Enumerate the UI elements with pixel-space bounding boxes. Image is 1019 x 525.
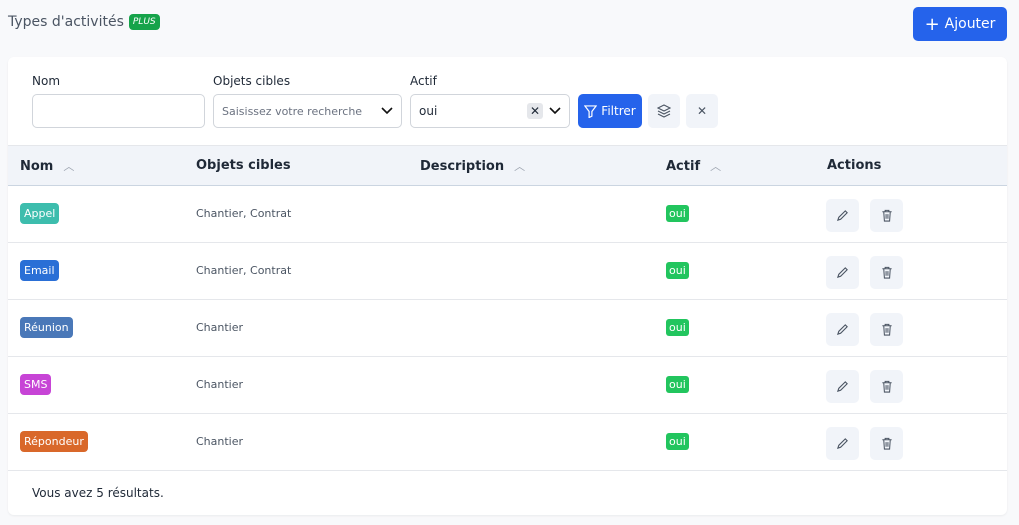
- trash-icon: [881, 266, 892, 279]
- pencil-icon: [836, 324, 848, 336]
- col-objets: Objets cibles: [196, 158, 291, 173]
- pencil-icon: [836, 210, 848, 222]
- edit-button[interactable]: [826, 370, 859, 403]
- page-title: Types d'activités PLUS: [8, 14, 160, 30]
- objets-label: Objets cibles: [213, 74, 291, 88]
- actif-badge: oui: [666, 262, 689, 279]
- table-row: Appel Chantier, Contrat oui: [8, 186, 1007, 243]
- actif-value: oui: [419, 104, 438, 118]
- actif-badge: oui: [666, 205, 689, 222]
- filter-label: Filtrer: [601, 104, 636, 118]
- objets-cell: Chantier, Contrat: [196, 264, 292, 277]
- edit-button[interactable]: [826, 313, 859, 346]
- sort-icon: ︿: [514, 160, 526, 173]
- close-icon: ✕: [696, 104, 708, 118]
- sort-icon: ︿: [63, 160, 75, 173]
- layers-button[interactable]: [648, 94, 680, 128]
- objets-cell: Chantier, Contrat: [196, 207, 292, 220]
- objets-cell: Chantier: [196, 378, 244, 391]
- actif-badge: oui: [666, 433, 689, 450]
- table-row: Email Chantier, Contrat oui: [8, 243, 1007, 300]
- edit-button[interactable]: [826, 199, 859, 232]
- nom-label: Nom: [32, 74, 61, 88]
- delete-button[interactable]: [870, 313, 903, 346]
- pencil-icon: [836, 267, 848, 279]
- filter-button[interactable]: Filtrer: [578, 94, 642, 128]
- sort-icon: ︿: [710, 160, 722, 173]
- actif-label: Actif: [410, 74, 437, 88]
- col-actif[interactable]: Actif ︿: [666, 158, 721, 174]
- delete-button[interactable]: [870, 427, 903, 460]
- chevron-down-icon: [549, 107, 561, 115]
- page-title-text: Types d'activités: [8, 14, 124, 30]
- trash-icon: [881, 323, 892, 336]
- add-button[interactable]: + Ajouter: [913, 7, 1007, 41]
- table-header: Nom ︿ Objets cibles Description ︿ Actif ︿ A…: [8, 145, 1007, 186]
- actif-badge: oui: [666, 376, 689, 393]
- col-actions: Actions: [827, 158, 882, 173]
- delete-button[interactable]: [870, 199, 903, 232]
- objets-placeholder: Saisissez votre recherche: [222, 104, 363, 118]
- add-label: Ajouter: [944, 16, 996, 32]
- edit-button[interactable]: [826, 427, 859, 460]
- objets-cell: Chantier: [196, 321, 244, 334]
- clear-icon[interactable]: ✕: [527, 103, 543, 119]
- plus-badge: PLUS: [128, 14, 160, 30]
- delete-button[interactable]: [870, 256, 903, 289]
- trash-icon: [881, 380, 892, 393]
- edit-button[interactable]: [826, 256, 859, 289]
- type-badge: Appel: [20, 203, 60, 224]
- nom-input[interactable]: [32, 94, 205, 128]
- layers-icon: [657, 104, 671, 118]
- actif-select[interactable]: oui ✕: [410, 94, 570, 128]
- results-count: Vous avez 5 résultats.: [32, 486, 164, 500]
- trash-icon: [881, 437, 892, 450]
- pencil-icon: [836, 381, 848, 393]
- col-description[interactable]: Description ︿: [420, 158, 525, 174]
- table-row: Répondeur Chantier oui: [8, 414, 1007, 471]
- filter-icon: [584, 104, 598, 118]
- actif-badge: oui: [666, 319, 689, 336]
- pencil-icon: [836, 438, 848, 450]
- objets-select[interactable]: Saisissez votre recherche: [213, 94, 402, 128]
- plus-icon: +: [924, 13, 940, 35]
- col-nom[interactable]: Nom ︿: [20, 158, 74, 174]
- objets-cell: Chantier: [196, 435, 244, 448]
- type-badge: Réunion: [20, 317, 73, 338]
- type-badge: Répondeur: [20, 431, 88, 452]
- table-row: SMS Chantier oui: [8, 357, 1007, 414]
- trash-icon: [881, 209, 892, 222]
- main-card: Nom Objets cibles Saisissez votre recher…: [8, 57, 1007, 515]
- chevron-down-icon: [381, 107, 393, 115]
- reset-button[interactable]: ✕: [686, 94, 718, 128]
- table-row: Réunion Chantier oui: [8, 300, 1007, 357]
- type-badge: SMS: [20, 374, 52, 395]
- delete-button[interactable]: [870, 370, 903, 403]
- type-badge: Email: [20, 260, 59, 281]
